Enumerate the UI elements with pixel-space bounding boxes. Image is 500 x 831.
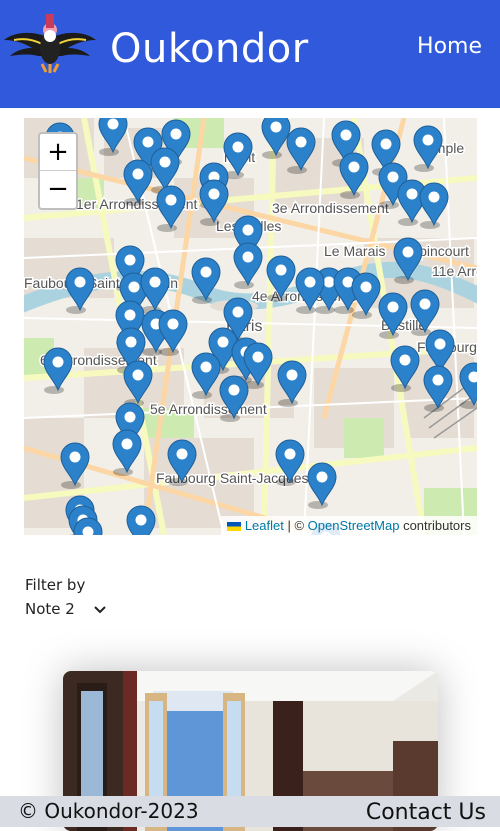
chevron-down-icon[interactable] (93, 605, 106, 614)
contact-us-link[interactable]: Contact Us (366, 800, 486, 825)
header: Oukondor Home (0, 0, 500, 108)
map-label: Le Marais (324, 243, 385, 259)
copyright-text: © Oukondor-2023 (18, 799, 199, 823)
map-tiles[interactable]: 1er Arrondissement 3e Arrondissement Les… (24, 118, 477, 535)
filter-label: Filter by (25, 576, 86, 594)
map-label: 3e Arrondissement (272, 200, 389, 216)
nav-home-link[interactable]: Home (417, 34, 482, 59)
condor-logo-icon[interactable] (2, 10, 98, 76)
filter-selected-value: Note 2 (25, 600, 75, 618)
footer: © Oukondor-2023 Contact Us (0, 796, 500, 827)
leaflet-link[interactable]: Leaflet (245, 518, 284, 533)
attribution-separator: | © (283, 518, 308, 533)
map-label: 11e Arron (432, 263, 477, 279)
map[interactable]: 1er Arrondissement 3e Arrondissement Les… (24, 118, 477, 535)
attribution-suffix: contributors (399, 518, 471, 533)
map-attribution: Leaflet | © OpenStreetMap contributors (220, 516, 477, 535)
zoom-control: + − (38, 132, 78, 210)
zoom-in-button[interactable]: + (40, 134, 76, 171)
filter-select[interactable]: Note 2 (25, 600, 106, 618)
ukraine-flag-icon (226, 522, 241, 532)
map-marker-icon[interactable] (126, 505, 156, 535)
openstreetmap-link[interactable]: OpenStreetMap (308, 518, 400, 533)
zoom-out-button[interactable]: − (40, 171, 76, 207)
brand-title[interactable]: Oukondor (110, 26, 309, 72)
map-label: 5e Arrondissement (150, 401, 267, 417)
